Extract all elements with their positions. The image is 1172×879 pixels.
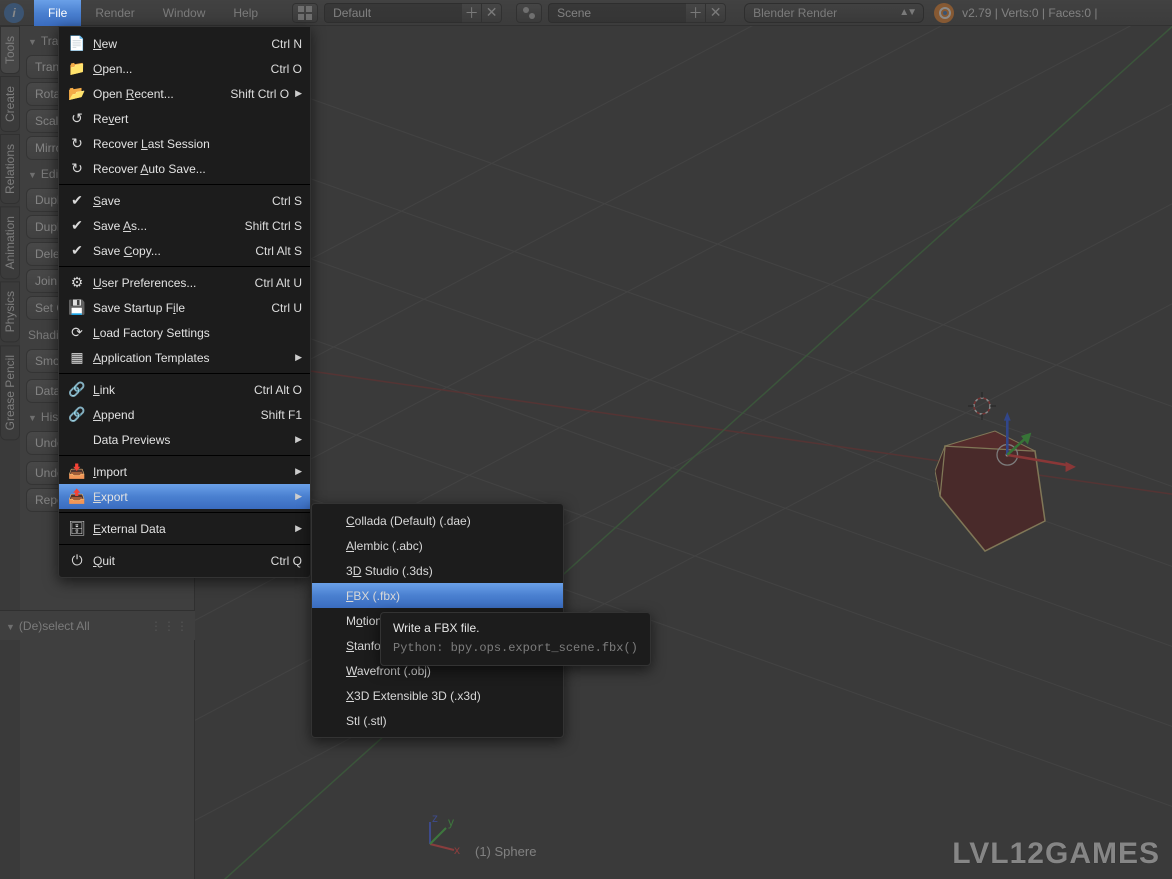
- menu-item-icon: 💾: [67, 299, 87, 316]
- menu-item-icon: ⟳: [67, 324, 87, 341]
- menu-item-label: Alembic (.abc): [346, 539, 423, 553]
- menu-item-icon: ✔: [67, 242, 87, 259]
- submenu-arrow-icon: ▶: [295, 466, 302, 477]
- menu-item-shortcut: Ctrl Alt S: [255, 244, 302, 258]
- menu-item-label: Revert: [93, 112, 302, 126]
- menu-item-label: Recover Auto Save...: [93, 162, 302, 176]
- file-menu-item[interactable]: ✔ Save Ctrl S: [59, 188, 310, 213]
- menu-item-icon: ✔: [67, 217, 87, 234]
- file-menu-item[interactable]: ✔ Save As... Shift Ctrl S: [59, 213, 310, 238]
- menu-item-icon: 📥: [67, 463, 87, 480]
- menu-item-label: Recover Last Session: [93, 137, 302, 151]
- submenu-arrow-icon: ▶: [295, 352, 302, 363]
- file-menu-item[interactable]: 🔗 Append Shift F1: [59, 402, 310, 427]
- tooltip-python: Python: bpy.ops.export_scene.fbx(): [393, 641, 638, 655]
- file-menu-item[interactable]: 🔗 Link Ctrl Alt O: [59, 377, 310, 402]
- menu-item-icon: 🔗: [67, 406, 87, 423]
- menu-item-label: X3D Extensible 3D (.x3d): [346, 689, 481, 703]
- file-menu-item[interactable]: ↻ Recover Auto Save...: [59, 156, 310, 181]
- menu-item-label: Save As...: [93, 219, 235, 233]
- submenu-arrow-icon: ▶: [295, 434, 302, 445]
- export-menu-item[interactable]: X3D Extensible 3D (.x3d): [312, 683, 563, 708]
- export-menu-item[interactable]: Stl (.stl): [312, 708, 563, 733]
- menu-item-label: Stl (.stl): [346, 714, 387, 728]
- menu-item-label: Append: [93, 408, 251, 422]
- file-menu-item[interactable]: 📄 New Ctrl N: [59, 31, 310, 56]
- menu-item-label: Data Previews: [93, 433, 289, 447]
- file-menu-item[interactable]: 💾 Save Startup File Ctrl U: [59, 295, 310, 320]
- menu-item-icon: 🗄: [67, 520, 87, 537]
- menu-item-icon: ⏻: [67, 552, 87, 569]
- menu-item-shortcut: Ctrl Q: [271, 554, 302, 568]
- tooltip: Write a FBX file. Python: bpy.ops.export…: [380, 612, 651, 666]
- menu-item-shortcut: Shift F1: [261, 408, 302, 422]
- menu-item-label: New: [93, 37, 261, 51]
- menu-item-shortcut: Ctrl S: [272, 194, 302, 208]
- menu-item-label: External Data: [93, 522, 289, 536]
- export-menu-item[interactable]: Alembic (.abc): [312, 533, 563, 558]
- menu-item-icon: ↻: [67, 135, 87, 152]
- menu-item-label: Quit: [93, 554, 261, 568]
- menu-item-icon: ↻: [67, 160, 87, 177]
- file-menu-item[interactable]: ▦ Application Templates ▶: [59, 345, 310, 370]
- menu-item-icon: 📤: [67, 488, 87, 505]
- menu-item-icon: ▦: [67, 349, 87, 366]
- export-menu-item[interactable]: FBX (.fbx): [312, 583, 563, 608]
- menu-item-shortcut: Ctrl N: [271, 37, 302, 51]
- tooltip-title: Write a FBX file.: [393, 621, 638, 635]
- menu-item-label: Save Copy...: [93, 244, 245, 258]
- file-menu-item[interactable]: ↻ Recover Last Session: [59, 131, 310, 156]
- menu-item-label: Load Factory Settings: [93, 326, 302, 340]
- file-menu-item[interactable]: ⏻ Quit Ctrl Q: [59, 548, 310, 573]
- menu-item-icon: ⚙: [67, 274, 87, 291]
- menu-item-label: Export: [93, 490, 289, 504]
- menu-item-shortcut: Shift Ctrl S: [245, 219, 302, 233]
- export-menu-item[interactable]: 3D Studio (.3ds): [312, 558, 563, 583]
- menu-item-shortcut: Ctrl Alt U: [255, 276, 302, 290]
- menu-item-icon: ✔: [67, 192, 87, 209]
- menu-item-label: FBX (.fbx): [346, 589, 400, 603]
- file-menu-item[interactable]: ✔ Save Copy... Ctrl Alt S: [59, 238, 310, 263]
- file-menu-item[interactable]: 🗄 External Data ▶: [59, 516, 310, 541]
- menu-item-label: User Preferences...: [93, 276, 245, 290]
- menu-item-label: Open...: [93, 62, 261, 76]
- menu-item-icon: 📁: [67, 60, 87, 77]
- submenu-arrow-icon: ▶: [295, 88, 302, 99]
- file-menu-item[interactable]: 📁 Open... Ctrl O: [59, 56, 310, 81]
- menu-item-label: 3D Studio (.3ds): [346, 564, 433, 578]
- file-menu-item[interactable]: ↺ Revert: [59, 106, 310, 131]
- file-menu-item[interactable]: ⚙ User Preferences... Ctrl Alt U: [59, 270, 310, 295]
- menu-item-icon: 📄: [67, 35, 87, 52]
- menu-item-icon: 📂: [67, 85, 87, 102]
- file-menu-item[interactable]: 📂 Open Recent... Shift Ctrl O ▶: [59, 81, 310, 106]
- export-menu-item[interactable]: Collada (Default) (.dae): [312, 508, 563, 533]
- file-menu-dropdown: 📄 New Ctrl N 📁 Open... Ctrl O 📂 Open Recent... S…: [58, 26, 311, 578]
- menu-item-label: Open Recent...: [93, 87, 220, 101]
- file-menu-item[interactable]: 📤 Export ▶: [59, 484, 310, 509]
- menu-item-label: Save: [93, 194, 262, 208]
- menu-item-label: Application Templates: [93, 351, 289, 365]
- menu-item-icon: ↺: [67, 110, 87, 127]
- submenu-arrow-icon: ▶: [295, 491, 302, 502]
- menu-item-label: Save Startup File: [93, 301, 261, 315]
- menu-item-shortcut: Shift Ctrl O: [230, 87, 289, 101]
- menu-item-shortcut: Ctrl O: [271, 62, 302, 76]
- submenu-arrow-icon: ▶: [295, 523, 302, 534]
- file-menu-item[interactable]: 📥 Import ▶: [59, 459, 310, 484]
- file-menu-item[interactable]: ⟳ Load Factory Settings: [59, 320, 310, 345]
- file-menu-item[interactable]: Data Previews ▶: [59, 427, 310, 452]
- menu-item-shortcut: Ctrl U: [271, 301, 302, 315]
- menu-item-shortcut: Ctrl Alt O: [254, 383, 302, 397]
- menu-item-label: Collada (Default) (.dae): [346, 514, 471, 528]
- menu-item-icon: 🔗: [67, 381, 87, 398]
- menu-item-label: Import: [93, 465, 289, 479]
- menu-item-label: Link: [93, 383, 244, 397]
